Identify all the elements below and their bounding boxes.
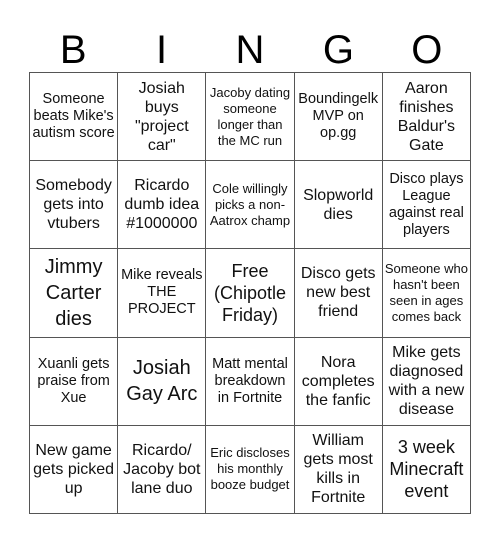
bingo-cell[interactable]: Ricardo/ Jacoby bot lane duo [118, 425, 207, 514]
bingo-cell[interactable]: New game gets picked up [30, 425, 119, 514]
bingo-cell[interactable]: Xuanli gets praise from Xue [30, 337, 119, 426]
bingo-cell-text: Slopworld dies [303, 186, 374, 223]
bingo-cell-text: Matt mental breakdown in Fortnite [212, 355, 288, 406]
bingo-cell[interactable]: Disco gets new best friend [294, 249, 383, 338]
bingo-cell-text: William gets most kills in Fortnite [303, 432, 373, 507]
bingo-cell[interactable]: Somebody gets into vtubers [30, 161, 119, 250]
header-letter-g: G [322, 28, 354, 72]
bingo-cell[interactable]: Jimmy Carter dies [30, 249, 119, 338]
bingo-cell-text: Jacoby dating someone longer than the MC… [209, 84, 291, 148]
bingo-cell[interactable]: Someone who hasn't been seen in ages com… [382, 249, 471, 338]
header-letter-n: N [235, 28, 265, 72]
header-letter-b: B [59, 28, 87, 72]
bingo-cell-text: Xuanli gets praise from Xue [37, 355, 110, 406]
bingo-header: B I N G O [29, 28, 471, 72]
bingo-cell-text: Josiah Gay Arc [126, 357, 198, 406]
bingo-cell-text: Ricardo dumb idea #1000000 [124, 177, 200, 233]
bingo-cell-text: New game gets picked up [33, 441, 115, 497]
bingo-cell-text: Disco gets new best friend [300, 265, 376, 321]
bingo-cell-text: Ricardo/ Jacoby bot lane duo [123, 441, 201, 497]
bingo-cell-text: Someone beats Mike's autism score [32, 91, 115, 142]
bingo-cell-text: Eric discloses his monthly booze budget [210, 445, 290, 493]
bingo-cell[interactable]: Disco plays League against real players [382, 161, 471, 250]
bingo-cell-text: Jimmy Carter dies [44, 255, 103, 330]
bingo-cell[interactable]: 3 week Minecraft event [382, 425, 471, 514]
bingo-cell[interactable]: Someone beats Mike's autism score [30, 73, 119, 162]
bingo-cell[interactable]: Cole willingly picks a non-Aatrox champ [206, 161, 295, 250]
bingo-cell[interactable]: Mike gets diagnosed with a new disease [382, 337, 471, 426]
bingo-cell[interactable]: William gets most kills in Fortnite [294, 425, 383, 514]
bingo-cell[interactable]: Slopworld dies [294, 161, 383, 250]
bingo-cell-text: Aaron finishes Baldur's Gate [397, 79, 456, 154]
bingo-cell[interactable]: Nora completes the fanfic [294, 337, 383, 426]
header-letter-i: I [156, 28, 168, 72]
bingo-grid: Someone beats Mike's autism score Josiah … [29, 72, 471, 514]
bingo-cell[interactable]: Free (Chipotle Friday) [206, 249, 295, 338]
bingo-cell[interactable]: Eric discloses his monthly booze budget [206, 425, 295, 514]
bingo-cell-text: Free (Chipotle Friday) [213, 260, 287, 325]
bingo-cell-text: Mike reveals THE PROJECT [121, 267, 203, 318]
bingo-cell-text: Cole willingly picks a non-Aatrox champ [209, 180, 291, 228]
bingo-cell-text: Somebody gets into vtubers [35, 177, 112, 233]
bingo-cell[interactable]: Boundingelk MVP on op.gg [294, 73, 383, 162]
bingo-cell[interactable]: Mike reveals THE PROJECT [118, 249, 207, 338]
bingo-cell[interactable]: Jacoby dating someone longer than the MC… [206, 73, 295, 162]
bingo-cell-text: Someone who hasn't been seen in ages com… [384, 260, 468, 324]
bingo-cell-text: Disco plays League against real players [388, 170, 464, 238]
bingo-cell[interactable]: Ricardo dumb idea #1000000 [118, 161, 207, 250]
bingo-cell[interactable]: Josiah Gay Arc [118, 337, 207, 426]
bingo-cell[interactable]: Aaron finishes Baldur's Gate [382, 73, 471, 162]
bingo-cell-text: Mike gets diagnosed with a new disease [388, 344, 465, 419]
bingo-cell-text: Nora completes the fanfic [301, 353, 375, 409]
bingo-cell-text: Boundingelk MVP on op.gg [298, 91, 379, 142]
bingo-cell[interactable]: Josiah buys "project car" [118, 73, 207, 162]
bingo-cell[interactable]: Matt mental breakdown in Fortnite [206, 337, 295, 426]
bingo-cell-text: Josiah buys "project car" [134, 79, 189, 154]
header-letter-o: O [411, 28, 443, 72]
bingo-cell-text: 3 week Minecraft event [389, 437, 464, 502]
